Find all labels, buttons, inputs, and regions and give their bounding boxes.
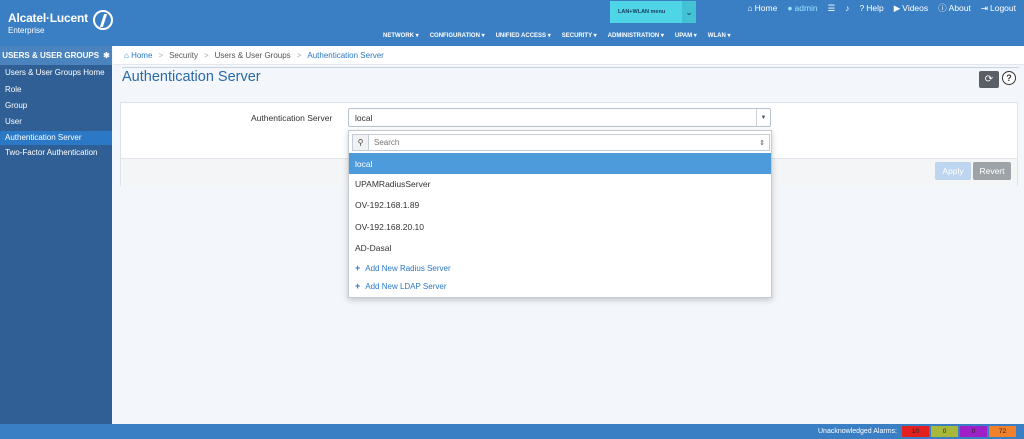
option-ov-20-10[interactable]: OV-192.168.20.10 [349, 216, 771, 237]
sidebar-item-users-home[interactable]: Users & User Groups Home [0, 65, 112, 81]
question-icon: ? [859, 3, 865, 13]
breadcrumb-current: Authentication Server [307, 50, 384, 60]
add-ldap-server[interactable]: + Add New LDAP Server [349, 278, 771, 294]
about-label: About [948, 3, 971, 13]
home-icon: ⌂ [124, 50, 132, 60]
alarm-minor[interactable]: 0 [960, 426, 987, 437]
apply-button[interactable]: Apply [935, 162, 971, 180]
breadcrumb: ⌂ Home > Security > Users & User Groups … [113, 46, 1024, 65]
revert-button[interactable]: Revert [973, 162, 1011, 180]
selected-value: local [355, 112, 373, 123]
lan-wlan-menu[interactable]: LAN+WLAN menu ⌄ [610, 1, 696, 23]
sidebar-item-group[interactable]: Group [0, 99, 112, 113]
chevron-down-icon[interactable]: ⌄ [682, 1, 696, 23]
breadcrumb-security[interactable]: Security [169, 51, 198, 60]
plus-icon: + [355, 263, 361, 273]
help-link[interactable]: ? Help [860, 2, 884, 14]
caret-down-icon[interactable]: ▼ [756, 109, 770, 126]
alcatel-logo-icon [93, 10, 113, 30]
sidebar-item-two-factor[interactable]: Two-Factor Authentication [0, 145, 112, 161]
breadcrumb-sep: > [296, 50, 302, 60]
add-radius-server[interactable]: + Add New Radius Server [349, 260, 771, 276]
user-link[interactable]: ● admin [787, 2, 817, 14]
brand-logo[interactable]: Alcatel·Lucent Enterprise [8, 11, 88, 35]
breadcrumb-users-groups[interactable]: Users & User Groups [215, 51, 291, 60]
search-icon: ⚲ [353, 135, 369, 150]
sidebar: USERS & USER GROUPS ✱ Users & User Group… [0, 46, 112, 424]
auth-server-dropdown: ⚲ ⇕ local UPAMRadiusServer OV-192.168.1.… [348, 130, 772, 298]
nav-upam[interactable]: UPAM ▾ [675, 32, 697, 39]
nav-security[interactable]: SECURITY ▾ [562, 32, 597, 39]
breadcrumb-sep: > [203, 50, 209, 60]
home-link[interactable]: ⌂ Home [748, 2, 778, 14]
brand-name: Alcatel·Lucent [8, 11, 88, 25]
sidebar-title: USERS & USER GROUPS [2, 51, 100, 60]
bell-icon: ♪ [845, 3, 850, 13]
help-label: Help [866, 3, 884, 13]
sidebar-item-user[interactable]: User [0, 115, 112, 129]
breadcrumb-sep: > [158, 50, 164, 60]
logout-label: Logout [990, 3, 1016, 13]
brand-sub: Enterprise [8, 26, 45, 35]
user-label: admin [794, 3, 818, 13]
add-radius-label: Add New Radius Server [365, 263, 451, 273]
nav-configuration[interactable]: CONFIGURATION ▾ [430, 32, 485, 39]
sidebar-item-authentication-server[interactable]: Authentication Server [0, 131, 112, 145]
alarm-major[interactable]: 0 [931, 426, 958, 437]
bell-link[interactable]: ♪ [845, 2, 849, 14]
home-label: Home [754, 3, 778, 13]
plus-icon: + [355, 281, 361, 291]
bottom-bar: Unacknowledged Alarms: 10 0 0 72 [0, 424, 1024, 439]
list-icon: ☰ [827, 2, 836, 13]
option-ad-dasal[interactable]: AD-Dasal [349, 237, 771, 258]
auth-server-select[interactable]: local ▼ [348, 108, 771, 127]
nav-administration[interactable]: ADMINISTRATION ▾ [608, 32, 664, 39]
nav-unified-access[interactable]: UNIFIED ACCESS ▾ [496, 32, 551, 39]
sidebar-item-role[interactable]: Role [0, 83, 112, 97]
logout-icon: ⇥ [980, 2, 988, 13]
main-nav: NETWORK ▾ CONFIGURATION ▾ UNIFIED ACCESS… [383, 32, 730, 39]
nav-network[interactable]: NETWORK ▾ [383, 32, 419, 39]
top-header: Alcatel·Lucent Enterprise LAN+WLAN menu … [0, 0, 1024, 46]
alarms-label: Unacknowledged Alarms: [818, 428, 897, 435]
question-icon: ? [1006, 73, 1012, 83]
option-upam-radius[interactable]: UPAMRadiusServer [349, 173, 771, 194]
alarm-critical[interactable]: 10 [902, 426, 929, 437]
page-title: Authentication Server [122, 69, 261, 85]
logout-link[interactable]: ⇥ Logout [981, 2, 1016, 14]
refresh-button[interactable]: ⟳ [979, 71, 999, 88]
user-icon: ● [787, 3, 793, 13]
add-ldap-label: Add New LDAP Server [365, 281, 447, 291]
top-links: ⌂ Home ● admin ☰ ♪ ? Help ▶ Videos ⓘ About ⇥ L… [748, 2, 1016, 14]
breadcrumb-home[interactable]: ⌂ Home [124, 51, 152, 60]
refresh-icon: ⟳ [984, 74, 994, 85]
alarm-warning[interactable]: 72 [989, 426, 1016, 437]
title-divider [122, 67, 1019, 68]
videos-label: Videos [902, 3, 929, 13]
info-icon: ⓘ [938, 3, 947, 13]
home-icon: ⌂ [747, 3, 753, 13]
option-local[interactable]: local [349, 153, 771, 174]
sidebar-header: USERS & USER GROUPS ✱ [0, 46, 112, 65]
search-input[interactable] [369, 135, 755, 150]
sort-icon[interactable]: ⇕ [755, 135, 769, 150]
nav-wlan[interactable]: WLAN ▾ [708, 32, 731, 39]
breadcrumb-home-label: Home [131, 50, 153, 60]
alarms: Unacknowledged Alarms: 10 0 0 72 [818, 426, 1016, 437]
about-link[interactable]: ⓘ About [938, 2, 971, 14]
video-icon: ▶ [893, 2, 901, 13]
option-ov-1-89[interactable]: OV-192.168.1.89 [349, 194, 771, 215]
dropdown-search: ⚲ ⇕ [352, 134, 770, 151]
pin-icon[interactable]: ✱ [103, 51, 110, 60]
auth-server-label: Authentication Server [251, 113, 333, 123]
lan-wlan-label: LAN+WLAN menu [618, 9, 666, 15]
help-button[interactable]: ? [1002, 71, 1016, 85]
list-link[interactable]: ☰ [828, 2, 836, 14]
videos-link[interactable]: ▶ Videos [894, 2, 928, 14]
